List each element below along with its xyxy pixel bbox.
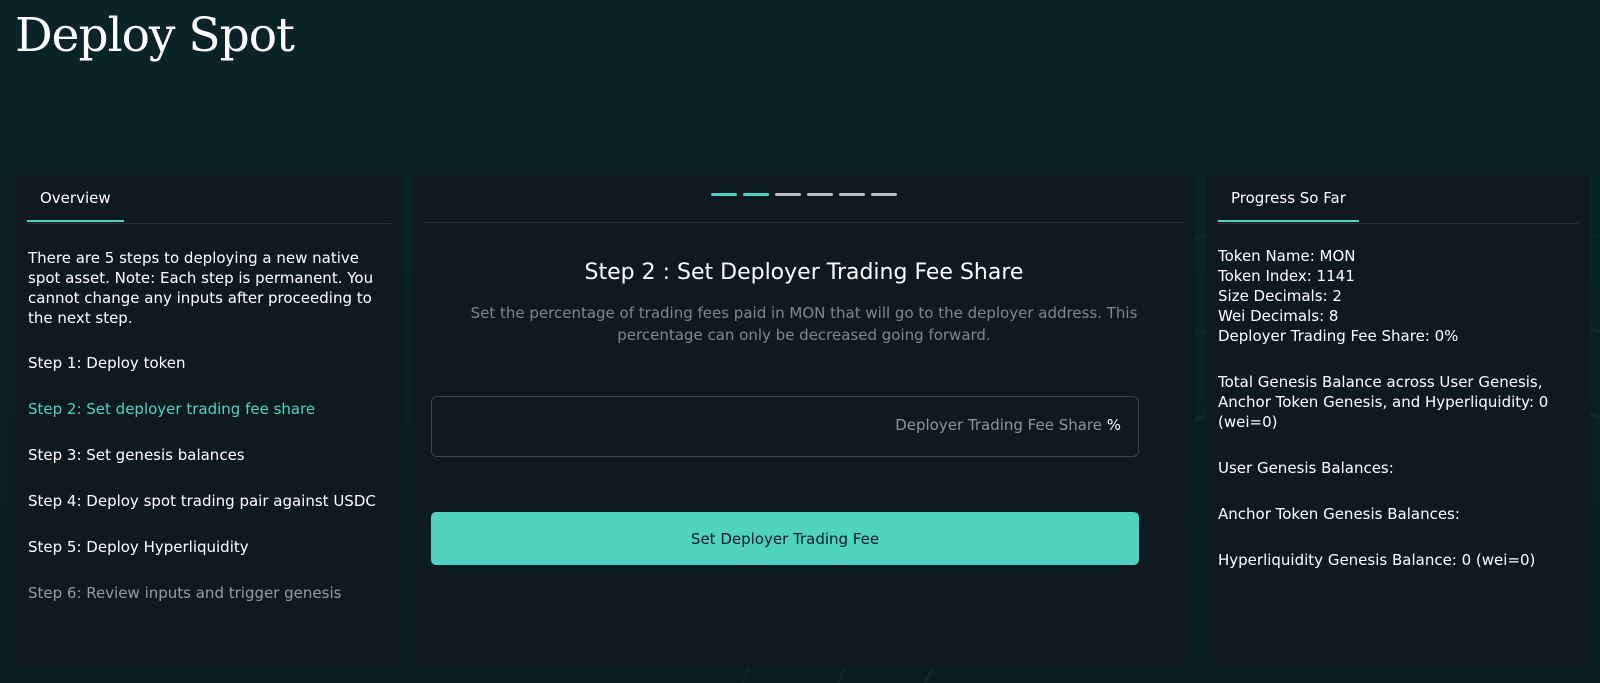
progress-dot-5 <box>839 193 865 196</box>
size-decimals: Size Decimals: 2 <box>1218 287 1342 305</box>
fee-share-summary: Deployer Trading Fee Share: 0% <box>1218 327 1459 345</box>
fee-share-label: Deployer Trading Fee Share <box>895 416 1102 434</box>
tab-progress-so-far[interactable]: Progress So Far <box>1218 176 1359 222</box>
steps-list: Step 1: Deploy token Step 2: Set deploye… <box>28 353 388 603</box>
progress-dot-1 <box>711 193 737 196</box>
step-item-2[interactable]: Step 2: Set deployer trading fee share <box>28 399 388 419</box>
progress-dot-6 <box>871 193 897 196</box>
page-title: Deploy Spot <box>15 8 295 63</box>
fee-share-field[interactable]: Deployer Trading Fee Share % <box>431 396 1139 458</box>
app-root: Deploy Spot Overview There are 5 steps t… <box>0 0 1600 683</box>
overview-content: There are 5 steps to deploying a new nat… <box>28 248 388 629</box>
step-item-4[interactable]: Step 4: Deploy spot trading pair against… <box>28 491 388 511</box>
anchor-genesis-balances: Anchor Token Genesis Balances: <box>1218 505 1460 523</box>
step-item-3[interactable]: Step 3: Set genesis balances <box>28 445 388 465</box>
progress-panel: Progress So Far Token Name: MON Token In… <box>1206 176 1590 668</box>
token-index: Token Index: 1141 <box>1218 267 1355 285</box>
set-deployer-trading-fee-button[interactable]: Set Deployer Trading Fee <box>431 512 1139 565</box>
progress-dots <box>425 193 1183 196</box>
step-title: Step 2 : Set Deployer Trading Fee Share <box>584 260 1024 285</box>
overview-intro: There are 5 steps to deploying a new nat… <box>28 249 374 327</box>
overview-panel: Overview There are 5 steps to deploying … <box>15 176 403 668</box>
step-description: Set the percentage of trading fees paid … <box>470 304 1138 344</box>
progress-dot-3 <box>775 193 801 196</box>
tab-overview[interactable]: Overview <box>27 176 124 222</box>
step-item-5[interactable]: Step 5: Deploy Hyperliquidity <box>28 537 388 557</box>
wei-decimals: Wei Decimals: 8 <box>1218 307 1339 325</box>
progress-dot-4 <box>807 193 833 196</box>
hyperliquidity-genesis-balance: Hyperliquidity Genesis Balance: 0 (wei=0… <box>1218 551 1536 569</box>
progress-tab-bar: Progress So Far <box>1218 176 1578 224</box>
token-name: Token Name: MON <box>1218 247 1356 265</box>
progress-dot-2 <box>743 193 769 196</box>
progress-content: Token Name: MON Token Index: 1141 Size D… <box>1218 246 1578 570</box>
step-progress-indicator <box>425 176 1183 223</box>
step-item-1[interactable]: Step 1: Deploy token <box>28 353 388 373</box>
overview-tab-bar: Overview <box>27 176 391 224</box>
percent-unit: % <box>1106 416 1121 434</box>
total-genesis-balance: Total Genesis Balance across User Genesi… <box>1218 373 1549 431</box>
wizard-panel: Step 2 : Set Deployer Trading Fee Share … <box>413 176 1195 668</box>
user-genesis-balances: User Genesis Balances: <box>1218 459 1394 477</box>
step-item-6[interactable]: Step 6: Review inputs and trigger genesi… <box>28 583 388 603</box>
